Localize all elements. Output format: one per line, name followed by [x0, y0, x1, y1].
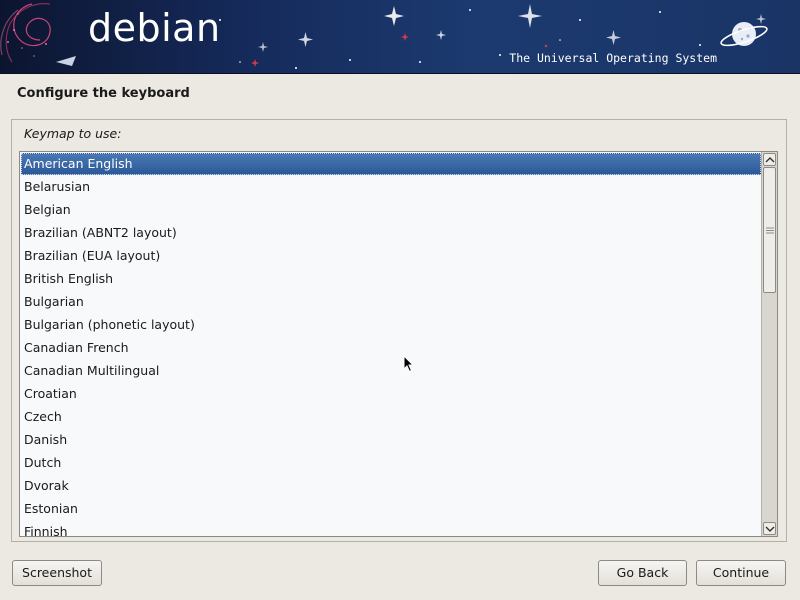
continue-button[interactable]: Continue: [696, 560, 786, 586]
screenshot-button[interactable]: Screenshot: [12, 560, 102, 586]
keymap-option[interactable]: Belgian: [20, 198, 762, 221]
keymap-frame: Keymap to use: American English Belarusia…: [11, 119, 787, 542]
keymap-option[interactable]: British English: [20, 267, 762, 290]
keymap-list[interactable]: American English Belarusian Belgian Brazili…: [19, 151, 778, 537]
scroll-up-button[interactable]: [763, 153, 776, 166]
keymap-option[interactable]: Danish: [20, 428, 762, 451]
scroll-thumb[interactable]: [763, 167, 776, 293]
keymap-option[interactable]: Brazilian (ABNT2 layout): [20, 221, 762, 244]
planet-icon: [720, 22, 768, 47]
keymap-list-items: American English Belarusian Belgian Brazili…: [20, 152, 762, 536]
keymap-option[interactable]: Canadian French: [20, 336, 762, 359]
keymap-option[interactable]: Dutch: [20, 451, 762, 474]
keymap-option[interactable]: Canadian Multilingual: [20, 359, 762, 382]
keymap-option[interactable]: American English: [21, 153, 761, 175]
debian-logo-text: debian: [88, 6, 221, 50]
banner-divider: [0, 73, 800, 74]
keymap-option[interactable]: Bulgarian: [20, 290, 762, 313]
keymap-option[interactable]: Dvorak: [20, 474, 762, 497]
chevron-up-icon: [765, 157, 775, 163]
banner-tagline: The Universal Operating System: [509, 51, 717, 65]
keymap-option[interactable]: Brazilian (EUA layout): [20, 244, 762, 267]
page-title: Configure the keyboard: [17, 86, 190, 101]
go-back-button[interactable]: Go Back: [598, 560, 687, 586]
scrollbar[interactable]: [761, 152, 777, 536]
scroll-down-button[interactable]: [763, 522, 776, 535]
grip-icon: [766, 227, 774, 234]
keymap-option[interactable]: Finnish: [20, 520, 762, 536]
keymap-option[interactable]: Estonian: [20, 497, 762, 520]
debian-banner: debian The Universal Operating System: [0, 0, 800, 74]
keymap-label: Keymap to use:: [24, 126, 122, 141]
keymap-option[interactable]: Belarusian: [20, 175, 762, 198]
mouse-pointer-icon: [403, 355, 415, 373]
keymap-option[interactable]: Croatian: [20, 382, 762, 405]
keymap-option[interactable]: Bulgarian (phonetic layout): [20, 313, 762, 336]
keymap-option[interactable]: Czech: [20, 405, 762, 428]
chevron-down-icon: [765, 526, 775, 532]
